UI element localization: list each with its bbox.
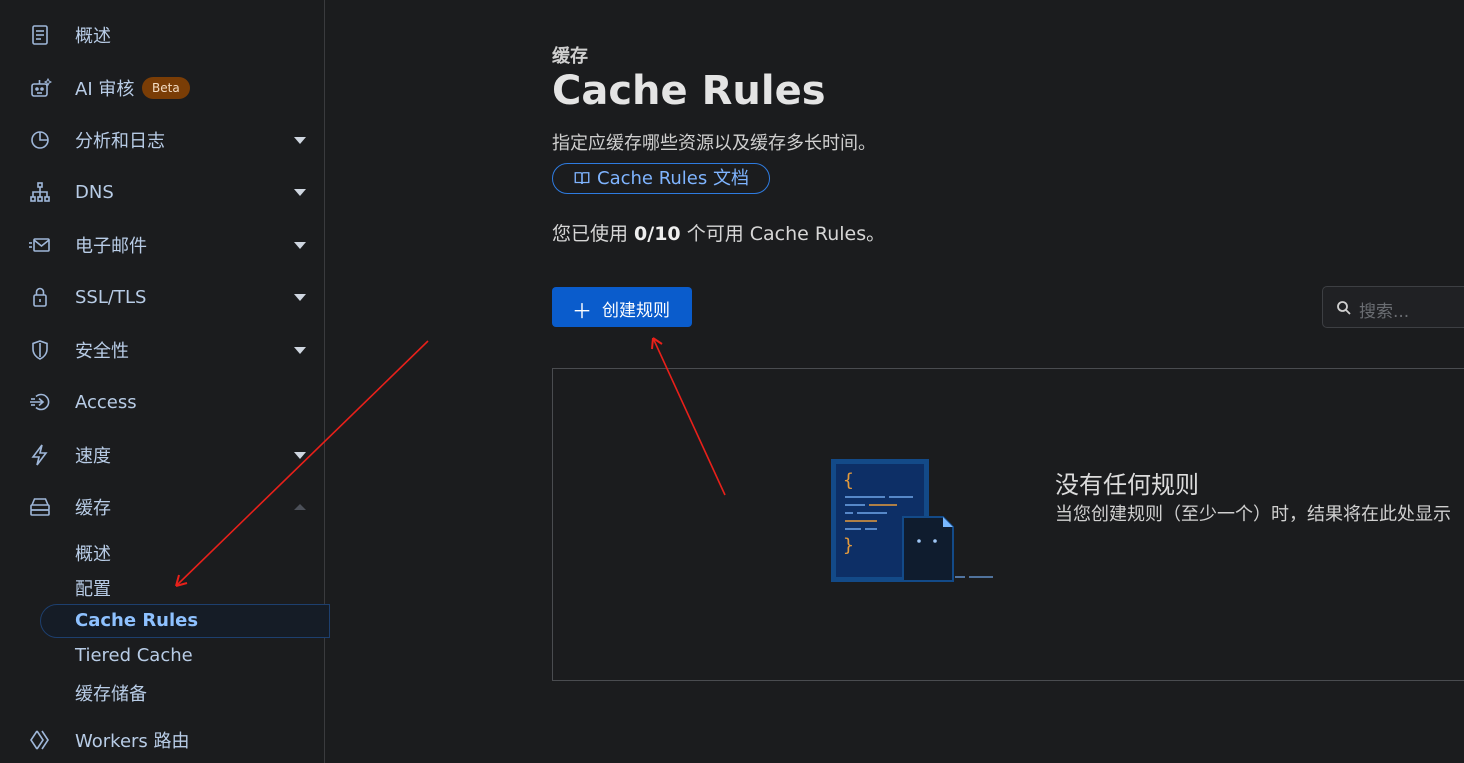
sidebar-item-workers-routes[interactable]: Workers 路由: [0, 720, 324, 760]
search-input[interactable]: 搜索...: [1322, 286, 1464, 328]
create-rule-button[interactable]: ＋ 创建规则: [552, 287, 692, 327]
lock-icon: [28, 285, 52, 309]
page-description: 指定应缓存哪些资源以及缓存多长时间。: [552, 133, 876, 154]
usage-suffix: 个可用 Cache Rules。: [680, 223, 886, 245]
sidebar-item-security[interactable]: 安全性: [0, 330, 324, 370]
sidebar-subitem-tiered-cache[interactable]: Tiered Cache: [75, 645, 193, 666]
sidebar-subitem-configuration[interactable]: 配置: [75, 575, 111, 601]
main-content: 缓存 Cache Rules 指定应缓存哪些资源以及缓存多长时间。 Cache …: [326, 0, 1464, 763]
shield-icon: [28, 338, 52, 362]
sidebar-item-email[interactable]: 电子邮件: [0, 225, 324, 265]
sidebar-item-ai-audit[interactable]: AI 审核 Beta: [0, 68, 324, 108]
book-icon: [573, 167, 591, 196]
sidebar-item-ssl-tls[interactable]: SSL/TLS: [0, 277, 324, 317]
search-placeholder: 搜索...: [1359, 302, 1410, 322]
chevron-down-icon[interactable]: [294, 294, 306, 301]
sidebar-item-label: SSL/TLS: [75, 286, 147, 308]
robot-icon: [28, 76, 52, 100]
sidebar-item-label: 安全性: [75, 341, 129, 362]
sidebar-item-access[interactable]: Access: [0, 382, 324, 422]
sidebar-item-overview[interactable]: 概述: [0, 15, 324, 55]
plus-icon: ＋: [572, 299, 592, 323]
sidebar-item-analytics[interactable]: 分析和日志: [0, 120, 324, 160]
app-window: 概述 AI 审核 Beta 分析和日志 DNS 电子邮件 SSL/TLS 安全性…: [0, 0, 1464, 763]
sidebar-item-caching[interactable]: 缓存: [0, 487, 324, 527]
lightning-icon: [28, 443, 52, 467]
sidebar-item-label: Access: [75, 391, 137, 413]
sidebar-item-label: 电子邮件: [75, 236, 147, 257]
usage-count: 0/10: [634, 223, 681, 245]
access-icon: [28, 390, 52, 414]
chevron-down-icon[interactable]: [294, 452, 306, 459]
chevron-down-icon[interactable]: [294, 189, 306, 196]
chevron-up-icon[interactable]: [294, 504, 306, 510]
email-icon: [28, 233, 52, 257]
pie-chart-icon: [28, 128, 52, 152]
create-rule-label: 创建规则: [602, 301, 670, 321]
sidebar-item-label: 分析和日志: [75, 131, 165, 152]
sidebar-subitem-cache-rules[interactable]: Cache Rules: [75, 610, 198, 631]
sidebar-item-label: Workers 路由: [75, 731, 190, 752]
sidebar-subitem-cache-reserve[interactable]: 缓存储备: [75, 680, 147, 706]
search-icon: [1337, 301, 1351, 315]
sidebar-item-label: AI 审核: [75, 79, 135, 100]
chevron-down-icon[interactable]: [294, 242, 306, 249]
sidebar-item-label: 速度: [75, 446, 111, 467]
section-kicker: 缓存: [552, 46, 588, 67]
chevron-down-icon[interactable]: [294, 137, 306, 144]
sidebar-item-label: 缓存: [75, 498, 111, 519]
beta-badge: Beta: [142, 77, 190, 99]
sidebar-subitem-overview[interactable]: 概述: [75, 540, 111, 566]
sidebar-item-label: 概述: [75, 26, 111, 47]
sidebar-item-label: DNS: [75, 181, 114, 203]
empty-state-title: 没有任何规则: [1055, 471, 1199, 499]
sidebar-item-speed[interactable]: 速度: [0, 435, 324, 475]
svg-text:{: {: [843, 470, 854, 491]
usage-text: 您已使用 0/10 个可用 Cache Rules。: [552, 219, 885, 246]
storage-icon: [28, 495, 52, 519]
empty-state-subtitle: 当您创建规则（至少一个）时，结果将在此处显示: [1055, 504, 1451, 525]
workers-icon: [28, 728, 52, 752]
chevron-down-icon[interactable]: [294, 347, 306, 354]
docs-link-label: Cache Rules 文档: [597, 168, 749, 189]
document-icon: [28, 23, 52, 47]
sidebar-item-dns[interactable]: DNS: [0, 172, 324, 212]
network-icon: [28, 180, 52, 204]
usage-prefix: 您已使用: [552, 223, 635, 245]
docs-link[interactable]: Cache Rules 文档: [552, 163, 770, 194]
empty-state-panel: { } 没有任何规则 当您创建规则（至少一个）时，结果将在此处显示: [552, 368, 1464, 681]
empty-rules-illustration: { }: [831, 459, 993, 582]
sidebar: 概述 AI 审核 Beta 分析和日志 DNS 电子邮件 SSL/TLS 安全性…: [0, 0, 330, 763]
page-title: Cache Rules: [552, 68, 826, 114]
svg-text:}: }: [843, 535, 854, 556]
